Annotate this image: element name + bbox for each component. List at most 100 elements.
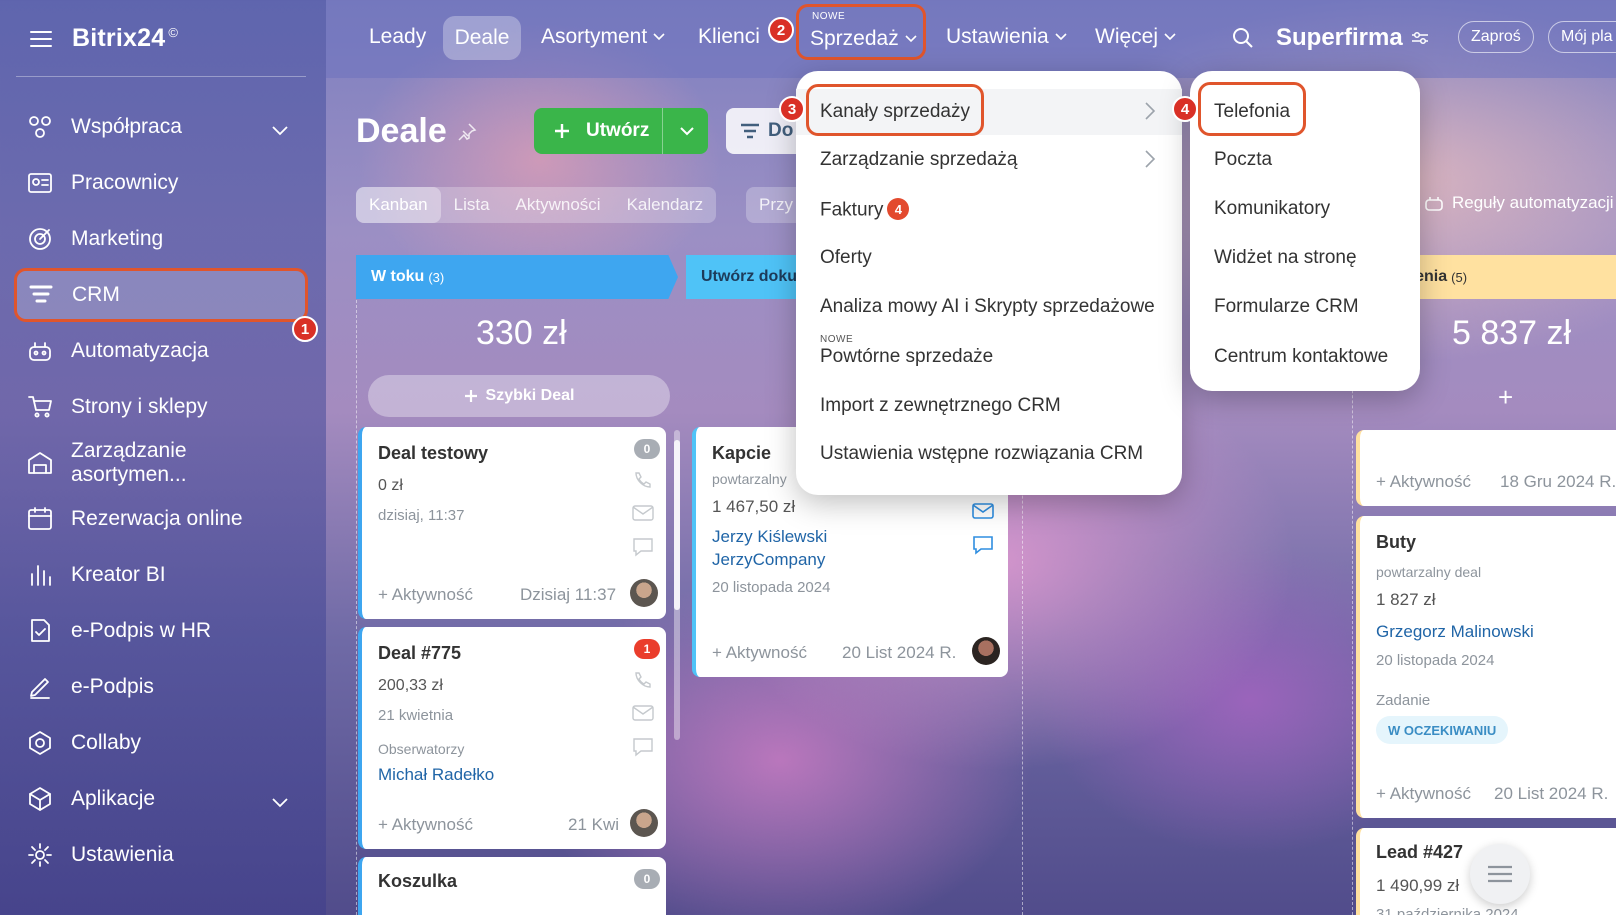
robot-icon	[1425, 197, 1443, 211]
deal-date: 20 listopada 2024	[712, 579, 831, 596]
company-link[interactable]: JerzyCompany	[712, 550, 825, 570]
create-label: Utwórz	[586, 120, 650, 141]
sidebar-item-rezerwacja[interactable]: Rezerwacja online	[16, 494, 306, 544]
nav-asortyment[interactable]: Asortyment	[541, 25, 665, 49]
nav-klienci[interactable]: Klienci	[698, 25, 760, 49]
chevron-down-icon[interactable]	[272, 118, 288, 142]
sidebar-item-epodpis[interactable]: e-Podpis w HR	[16, 606, 306, 656]
menu-item-analiza-mowy[interactable]: Analiza mowy AI i Skrypty sprzedażowe	[820, 296, 1155, 318]
pin-icon[interactable]	[457, 122, 477, 142]
deal-title[interactable]: Deal testowy	[378, 443, 488, 464]
menu-icon[interactable]	[30, 30, 52, 47]
add-activity-link[interactable]: + Aktywność	[1376, 784, 1471, 804]
contact-link[interactable]: Jerzy Kiślewski	[712, 527, 827, 547]
add-activity-link[interactable]: + Aktywność	[1376, 472, 1471, 492]
tab-aktywnosci[interactable]: Aktywności	[503, 187, 614, 223]
sidebar-item-pracownicy[interactable]: Pracownicy	[16, 158, 306, 208]
deal-card[interactable]: Deal #775 1 200,33 zł 21 kwietnia Obserw…	[358, 627, 666, 849]
counter-badge: 4	[887, 198, 910, 220]
chevron-down-icon[interactable]	[272, 790, 288, 814]
list-icon	[1488, 865, 1512, 883]
menu-item-faktury[interactable]: Faktury 4	[820, 198, 910, 222]
chat-icon[interactable]	[632, 537, 654, 557]
sidebar-item-crm[interactable]: CRM	[14, 268, 308, 322]
sidebar-item-label: Automatyzacja	[71, 339, 209, 362]
tab-kanban[interactable]: Kanban	[356, 187, 441, 223]
status-badge: W OCZEKIWANIU	[1376, 716, 1509, 744]
menu-item-komunikatory[interactable]: Komunikatory	[1214, 198, 1330, 220]
company-name[interactable]: Superfirma	[1276, 24, 1429, 52]
my-plan-button[interactable]: Mój pla	[1548, 21, 1616, 53]
sidebar-item-automatyzacja[interactable]: Automatyzacja	[16, 326, 306, 376]
contact-link[interactable]: Grzegorz Malinowski	[1376, 622, 1534, 642]
mail-icon[interactable]	[972, 503, 994, 519]
automation-rules-button[interactable]: Reguły automatyzacji	[1424, 193, 1614, 213]
chevron-down-icon	[1164, 33, 1176, 41]
deal-card[interactable]: Buty powtarzalny deal 1 827 zł Grzegorz …	[1356, 516, 1616, 818]
deal-title[interactable]: Deal #775	[378, 643, 461, 664]
sidebar-item-collaby[interactable]: Collaby	[16, 718, 306, 768]
menu-item-centrum-kontaktowe[interactable]: Centrum kontaktowe	[1214, 346, 1388, 368]
chat-icon[interactable]	[632, 737, 654, 757]
menu-item-oferty[interactable]: Oferty	[820, 247, 872, 269]
counter-badge: 0	[634, 439, 660, 459]
deal-card[interactable]: Koszulka 0	[358, 857, 666, 915]
sidebar-item-kreator[interactable]: Kreator BI	[16, 550, 306, 600]
app-logo[interactable]: Bitrix24 ©	[72, 24, 178, 53]
menu-item-ustawienia-wstepne[interactable]: Ustawienia wstępne rozwiązania CRM	[820, 443, 1143, 465]
deal-title[interactable]: Buty	[1376, 532, 1416, 553]
scrollbar[interactable]	[674, 430, 680, 740]
phone-icon[interactable]	[632, 471, 652, 491]
sidebar-item-aplikacje[interactable]: Aplikacje	[16, 774, 306, 824]
nav-ustawienia[interactable]: Ustawienia	[946, 25, 1067, 49]
deal-title[interactable]: Kapcie	[712, 443, 771, 464]
deal-title[interactable]: Lead #427	[1376, 842, 1463, 863]
observer-link[interactable]: Michał Radełko	[378, 765, 494, 785]
avatar[interactable]	[630, 579, 658, 607]
mail-icon[interactable]	[632, 705, 654, 721]
quick-deal-button[interactable]: Szybki Deal	[368, 375, 670, 417]
search-icon[interactable]	[1232, 27, 1254, 54]
sidebar-item-zarządzanie[interactable]: Zarządzanie asortymen...	[16, 438, 306, 488]
deal-card[interactable]: + Aktywność 18 Gru 2024 R.	[1356, 430, 1616, 506]
menu-item-powtorne-sprzedaze[interactable]: Powtórne sprzedaże	[820, 346, 993, 368]
chat-icon[interactable]	[972, 535, 994, 555]
sidebar-item-współpraca[interactable]: Współpraca	[16, 102, 306, 152]
add-activity-link[interactable]: + Aktywność	[712, 643, 807, 663]
menu-item-widzet[interactable]: Widżet na stronę	[1214, 247, 1357, 269]
nav-wiecej[interactable]: Więcej	[1095, 25, 1176, 49]
tab-lista[interactable]: Lista	[441, 187, 503, 223]
phone-icon[interactable]	[632, 671, 652, 691]
plus-icon[interactable]: +	[1498, 382, 1513, 413]
avatar[interactable]	[630, 809, 658, 837]
feed-button[interactable]	[1470, 844, 1530, 904]
nav-leady[interactable]: Leady	[369, 25, 426, 49]
deal-card[interactable]: Deal testowy 0 0 zł dzisiaj, 11:37 + Akt…	[358, 427, 666, 619]
menu-item-formularze[interactable]: Formularze CRM	[1214, 296, 1359, 318]
menu-item-poczta[interactable]: Poczta	[1214, 149, 1272, 171]
deal-amount: 1 490,99 zł	[1376, 876, 1460, 895]
avatar[interactable]	[972, 637, 1000, 665]
step-badge-4: 4	[1172, 96, 1198, 122]
tab-kalendarz[interactable]: Kalendarz	[614, 187, 717, 223]
document-sign-icon	[27, 618, 53, 644]
deal-title[interactable]: Koszulka	[378, 871, 457, 892]
mail-icon[interactable]	[632, 505, 654, 521]
menu-item-zarzadzanie[interactable]: Zarządzanie sprzedażą	[820, 149, 1018, 171]
create-button[interactable]: Utwórz	[534, 108, 708, 154]
nav-sprzedaz[interactable]: Sprzedaż	[810, 27, 917, 51]
nav-deale[interactable]: Deale	[443, 16, 521, 60]
sidebar-item-label: Współpraca	[71, 115, 182, 138]
column-header-utworz-doku[interactable]: Utwórz doku	[686, 255, 806, 299]
chevron-down-icon[interactable]	[680, 127, 694, 136]
invite-button[interactable]: Zaproś	[1458, 21, 1534, 53]
deal-date: dzisiaj, 11:37	[378, 507, 465, 524]
sidebar-item-marketing[interactable]: Marketing	[16, 214, 306, 264]
sidebar-item-epodpis[interactable]: e-Podpis	[16, 662, 306, 712]
menu-item-import[interactable]: Import z zewnętrznego CRM	[820, 395, 1061, 417]
add-activity-link[interactable]: + Aktywność	[378, 815, 473, 835]
sidebar-item-ustawienia[interactable]: Ustawienia	[16, 830, 306, 880]
add-activity-link[interactable]: + Aktywność	[378, 585, 473, 605]
column-header-w-toku[interactable]: W toku (3)	[356, 255, 678, 299]
sidebar-item-strony[interactable]: Strony i sklepy	[16, 382, 306, 432]
